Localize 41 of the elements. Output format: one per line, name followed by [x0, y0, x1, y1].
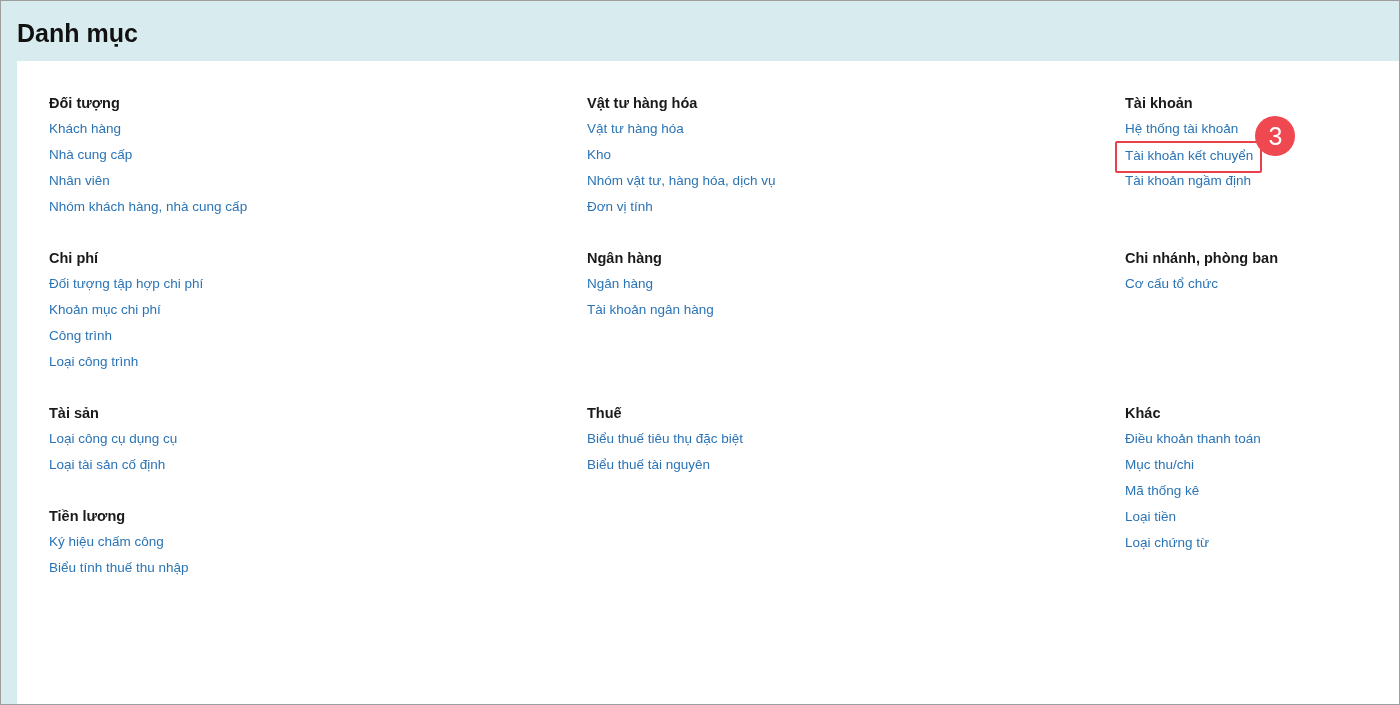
- category-link[interactable]: Loại tài sản cố định: [49, 456, 166, 474]
- category-link[interactable]: Biểu thuế tài nguyên: [587, 456, 711, 474]
- page-title: Danh mục: [17, 18, 138, 49]
- category-link[interactable]: Tài khoản ngầm định: [1125, 172, 1252, 190]
- step-number-badge: 3: [1255, 115, 1296, 156]
- category-link[interactable]: Đơn vị tính: [587, 198, 653, 216]
- section-heading: Chi phí: [49, 249, 99, 268]
- category-link[interactable]: Biểu tính thuế thu nhập: [49, 559, 189, 577]
- category-link[interactable]: Nhân viên: [49, 172, 110, 190]
- category-link[interactable]: Mục thu/chi: [1125, 456, 1195, 474]
- category-link[interactable]: Tài khoản kết chuyển: [1125, 146, 1254, 165]
- category-link[interactable]: Điều khoản thanh toán: [1125, 430, 1261, 448]
- section-heading: Chi nhánh, phòng ban: [1125, 249, 1279, 268]
- category-link[interactable]: Đối tượng tập hợp chi phí: [49, 275, 204, 293]
- section-heading: Khác: [1125, 404, 1161, 423]
- category-link[interactable]: Công trình: [49, 327, 113, 345]
- category-link[interactable]: Cơ cấu tổ chức: [1125, 275, 1218, 293]
- category-link[interactable]: Mã thống kê: [1125, 482, 1200, 500]
- section-heading: Đối tượng: [49, 94, 120, 113]
- category-link[interactable]: Ký hiệu chấm công: [49, 533, 164, 551]
- section-heading: Ngân hàng: [587, 249, 662, 268]
- category-link[interactable]: Loại tiền: [1125, 508, 1177, 526]
- category-link[interactable]: Tài khoản ngân hàng: [587, 301, 714, 319]
- category-link[interactable]: Kho: [587, 146, 612, 164]
- category-link[interactable]: Biểu thuế tiêu thụ đặc biệt: [587, 430, 744, 448]
- category-link[interactable]: Ngân hàng: [587, 275, 654, 293]
- category-link[interactable]: Loại công cụ dụng cụ: [49, 430, 178, 448]
- category-link[interactable]: Vật tư hàng hóa: [587, 120, 684, 138]
- section-heading: Tài khoản: [1125, 94, 1193, 113]
- section-heading: Tiền lương: [49, 507, 126, 526]
- category-link[interactable]: Khách hàng: [49, 120, 122, 138]
- section-heading: Tài sản: [49, 404, 99, 423]
- category-link[interactable]: Loại chứng từ: [1125, 534, 1210, 552]
- section-heading: Vật tư hàng hóa: [587, 94, 698, 113]
- category-link[interactable]: Loại công trình: [49, 353, 139, 371]
- category-link[interactable]: Khoản mục chi phí: [49, 301, 161, 319]
- category-link[interactable]: Nhóm vật tư, hàng hóa, dịch vụ: [587, 172, 776, 190]
- category-link[interactable]: Nhóm khách hàng, nhà cung cấp: [49, 198, 248, 216]
- category-link[interactable]: Hệ thống tài khoản: [1125, 120, 1239, 138]
- category-link[interactable]: Nhà cung cấp: [49, 146, 133, 164]
- section-heading: Thuế: [587, 404, 622, 423]
